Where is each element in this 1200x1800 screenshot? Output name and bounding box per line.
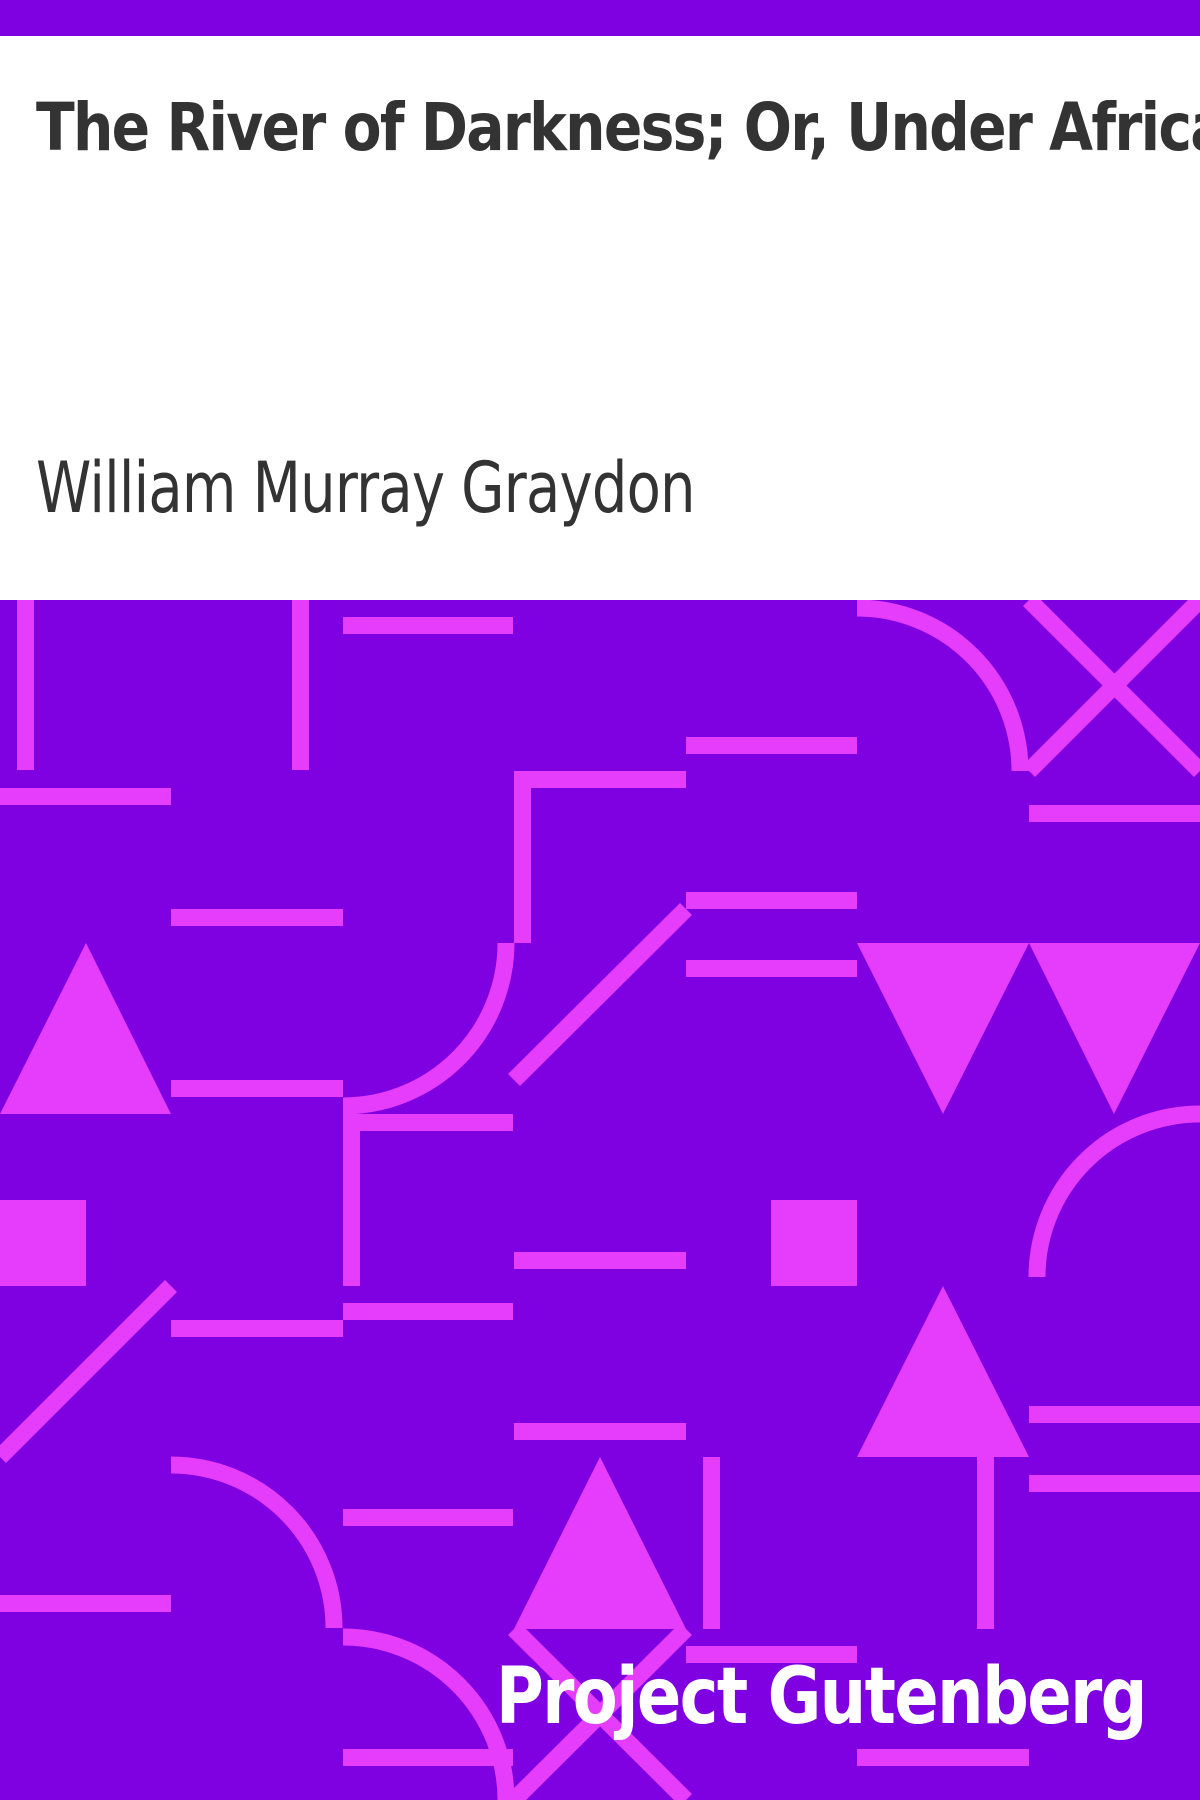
book-author: William Murray Graydon (36, 447, 696, 529)
top-color-bar (0, 0, 1200, 36)
publisher-name: Project Gutenberg (495, 1652, 1148, 1742)
book-title: The River of Darkness; Or, Under Africa (36, 89, 1200, 166)
decorative-pattern (0, 600, 1200, 1800)
